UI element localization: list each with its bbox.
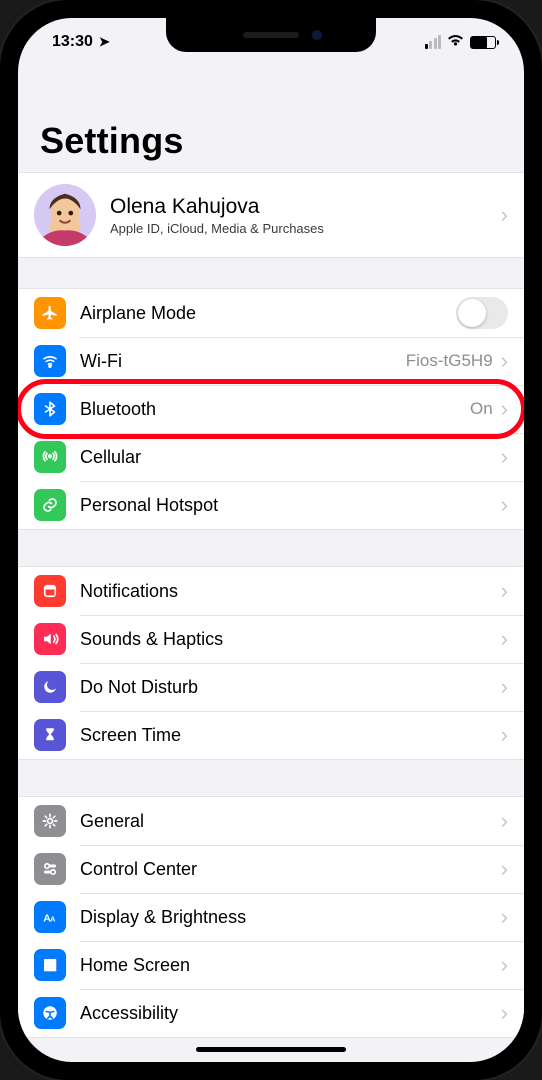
chevron-right-icon: › [501, 398, 508, 420]
row-label: Cellular [80, 447, 501, 468]
content-scroll[interactable]: Settings [18, 66, 524, 1062]
row-display-brightness[interactable]: AA Display & Brightness› [18, 893, 524, 941]
row-cellular[interactable]: Cellular› [18, 433, 524, 481]
hourglass-icon [34, 719, 66, 751]
chevron-right-icon: › [501, 810, 508, 832]
speaker-icon [34, 623, 66, 655]
cellular-signal-icon [425, 35, 442, 49]
row-label: Control Center [80, 859, 501, 880]
row-label: Bluetooth [80, 399, 470, 420]
wifi-icon [34, 345, 66, 377]
screen: 13:30 ➤ Settings [18, 18, 524, 1062]
location-services-icon: ➤ [99, 34, 110, 50]
antenna-icon [34, 441, 66, 473]
notch [166, 18, 376, 52]
settings-group: Notifications›Sounds & Haptics›Do Not Di… [18, 566, 524, 760]
avatar [34, 184, 96, 246]
profile-name: Olena Kahujova [110, 195, 501, 219]
switches-icon [34, 853, 66, 885]
accessibility-icon [34, 997, 66, 1029]
row-label: Personal Hotspot [80, 495, 501, 516]
row-do-not-disturb[interactable]: Do Not Disturb› [18, 663, 524, 711]
device-frame: 13:30 ➤ Settings [0, 0, 542, 1080]
row-bluetooth[interactable]: BluetoothOn › [18, 385, 524, 433]
row-sounds-haptics[interactable]: Sounds & Haptics› [18, 615, 524, 663]
row-label: Notifications [80, 581, 501, 602]
bell-icon [34, 575, 66, 607]
link-icon [34, 489, 66, 521]
row-label: General [80, 811, 501, 832]
row-wifi[interactable]: Wi-FiFios-tG5H9 › [18, 337, 524, 385]
row-airplane-mode[interactable]: Airplane Mode [18, 289, 524, 337]
apple-id-row[interactable]: Olena Kahujova Apple ID, iCloud, Media &… [18, 173, 524, 257]
row-label: Accessibility [80, 1003, 501, 1024]
chevron-right-icon: › [501, 724, 508, 746]
moon-icon [34, 671, 66, 703]
row-label: Display & Brightness [80, 907, 501, 928]
row-accessibility[interactable]: Accessibility› [18, 989, 524, 1037]
row-label: Wi-Fi [80, 351, 406, 372]
airplane-mode-toggle[interactable] [456, 297, 508, 329]
settings-group: General›Control Center›AADisplay & Brigh… [18, 796, 524, 1038]
chevron-right-icon: › [501, 446, 508, 468]
row-personal-hotspot[interactable]: Personal Hotspot› [18, 481, 524, 529]
chevron-right-icon: › [501, 204, 508, 226]
row-detail: On [470, 399, 493, 419]
chevron-right-icon: › [501, 906, 508, 928]
row-control-center[interactable]: Control Center› [18, 845, 524, 893]
chevron-right-icon: › [501, 580, 508, 602]
row-screen-time[interactable]: Screen Time› [18, 711, 524, 759]
row-label: Sounds & Haptics [80, 629, 501, 650]
bluetooth-icon [34, 393, 66, 425]
chevron-right-icon: › [501, 494, 508, 516]
chevron-right-icon: › [501, 1002, 508, 1024]
page-title: Settings [18, 66, 524, 172]
row-label: Home Screen [80, 955, 501, 976]
airplane-icon [34, 297, 66, 329]
profile-group: Olena Kahujova Apple ID, iCloud, Media &… [18, 172, 524, 258]
row-general[interactable]: General› [18, 797, 524, 845]
row-detail: Fios-tG5H9 [406, 351, 493, 371]
settings-group: Airplane ModeWi-FiFios-tG5H9›BluetoothOn… [18, 288, 524, 530]
grid-icon [34, 949, 66, 981]
row-notifications[interactable]: Notifications› [18, 567, 524, 615]
profile-subtitle: Apple ID, iCloud, Media & Purchases [110, 221, 501, 236]
row-label: Do Not Disturb [80, 677, 501, 698]
chevron-right-icon: › [501, 858, 508, 880]
chevron-right-icon: › [501, 954, 508, 976]
text-size-icon: AA [34, 901, 66, 933]
home-indicator[interactable] [196, 1047, 346, 1052]
row-label: Airplane Mode [80, 303, 456, 324]
row-home-screen[interactable]: Home Screen› [18, 941, 524, 989]
gear-icon [34, 805, 66, 837]
chevron-right-icon: › [501, 350, 508, 372]
status-time: 13:30 [52, 33, 93, 51]
wifi-status-icon [447, 34, 464, 50]
battery-icon [470, 36, 496, 49]
svg-text:A: A [50, 915, 56, 924]
chevron-right-icon: › [501, 676, 508, 698]
row-label: Screen Time [80, 725, 501, 746]
chevron-right-icon: › [501, 628, 508, 650]
